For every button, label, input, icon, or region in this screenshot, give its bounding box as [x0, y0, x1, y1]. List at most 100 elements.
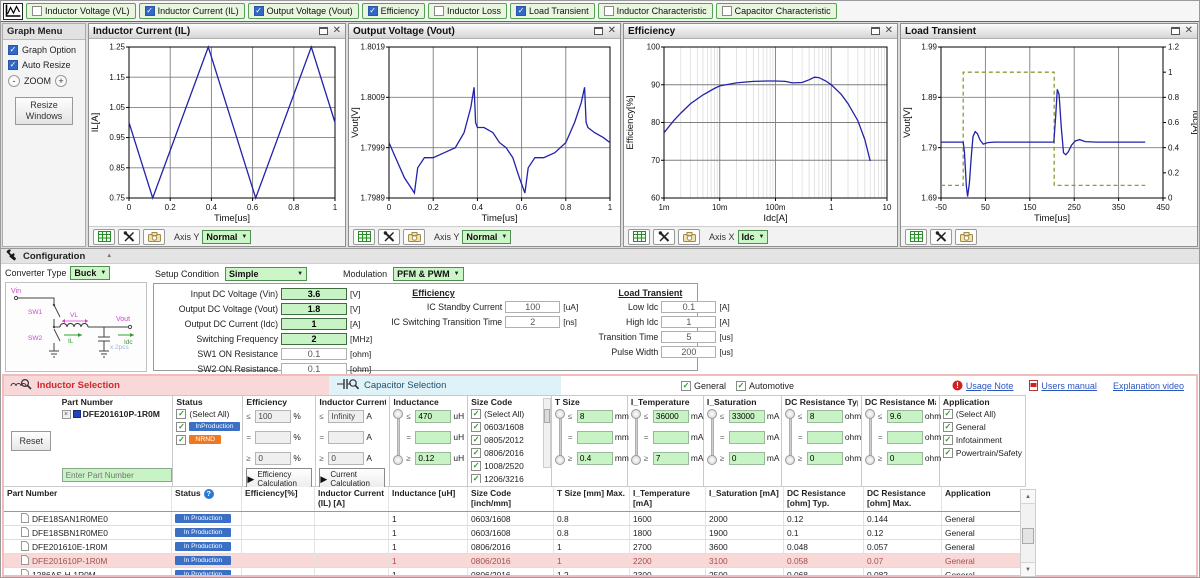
config-field-input[interactable]: [505, 301, 560, 313]
slider-max-handle[interactable]: [865, 409, 875, 419]
config-field-input[interactable]: [661, 346, 716, 358]
toolbar-toggle-inductor-loss[interactable]: Inductor Loss: [428, 3, 507, 19]
t-size-max-input[interactable]: [577, 410, 613, 423]
size-code-option[interactable]: ✓0603/1608: [471, 420, 548, 433]
inductance-min-input[interactable]: [415, 452, 451, 465]
data-table-icon[interactable]: [905, 229, 927, 245]
data-table-icon[interactable]: [353, 229, 375, 245]
config-field-input[interactable]: [505, 316, 560, 328]
camera-icon[interactable]: [143, 229, 165, 245]
efficiency-max-input[interactable]: [255, 410, 291, 423]
application-option[interactable]: ✓General: [943, 420, 1022, 433]
dc-resistance-typ-eq-input[interactable]: [807, 431, 843, 444]
zoom-out-button[interactable]: -: [8, 75, 20, 87]
camera-icon[interactable]: [955, 229, 977, 245]
checkbox-icon[interactable]: ✓: [176, 409, 186, 419]
checkbox-icon[interactable]: ✓: [471, 461, 481, 471]
window-maximize-icon[interactable]: [319, 27, 328, 35]
config-field-input[interactable]: [281, 348, 347, 360]
table-scrollbar[interactable]: ▲ ▼: [1020, 489, 1036, 577]
range-slider[interactable]: [555, 409, 566, 465]
checkbox-icon[interactable]: ✓: [471, 422, 481, 432]
size-code-option[interactable]: ✓(Select All): [471, 407, 548, 420]
i-temperature-max-input[interactable]: [653, 410, 689, 423]
dc-resistance-max-min-input[interactable]: [887, 452, 923, 465]
checkbox-icon[interactable]: ✓: [8, 45, 18, 55]
checkbox-icon[interactable]: ✓: [736, 381, 746, 391]
checkbox-icon[interactable]: ✓: [681, 381, 691, 391]
checkbox-icon[interactable]: [32, 6, 42, 16]
checkbox-icon[interactable]: ✓: [943, 422, 953, 432]
efficiency-min-input[interactable]: [255, 452, 291, 465]
toolbar-toggle-inductor-current-il-[interactable]: ✓Inductor Current (IL): [139, 3, 245, 19]
window-maximize-icon[interactable]: [1171, 27, 1180, 35]
axis-y-select[interactable]: Normal▼: [202, 230, 251, 244]
axis-y-select[interactable]: Normal▼: [462, 230, 511, 244]
window-close-icon[interactable]: ✕: [885, 26, 893, 36]
slider-min-handle[interactable]: [393, 455, 403, 465]
toolbar-toggle-inductor-voltage-vl-[interactable]: Inductor Voltage (VL): [26, 3, 136, 19]
status-option-select-all[interactable]: ✓(Select All): [176, 407, 239, 420]
data-table-icon[interactable]: [93, 229, 115, 245]
size-code-option[interactable]: ✓0806/2016: [471, 446, 548, 459]
application-option[interactable]: ✓(Select All): [943, 407, 1022, 420]
i-saturation-min-input[interactable]: [729, 452, 765, 465]
checkbox-icon[interactable]: ✓: [176, 422, 186, 432]
size-code-option[interactable]: ✓1206/3216: [471, 472, 548, 483]
range-slider[interactable]: [631, 409, 642, 465]
slider-max-handle[interactable]: [631, 409, 641, 419]
slider-min-handle[interactable]: [785, 455, 795, 465]
window-close-icon[interactable]: ✕: [608, 26, 616, 36]
modulation-select[interactable]: PFM & PWM▼: [393, 267, 463, 281]
setup-condition-select[interactable]: Simple▼: [225, 267, 307, 281]
window-close-icon[interactable]: ✕: [333, 26, 341, 36]
usage-note-link[interactable]: !Usage Note: [952, 380, 1014, 391]
config-field-input[interactable]: [281, 288, 347, 300]
checkbox-icon[interactable]: ✓: [368, 6, 378, 16]
resize-windows-button[interactable]: Resize Windows: [15, 97, 73, 125]
i-temperature-min-input[interactable]: [653, 452, 689, 465]
tools-icon[interactable]: [118, 229, 140, 245]
axis-x-select[interactable]: Idc▼: [738, 230, 769, 244]
reset-button[interactable]: Reset: [11, 431, 51, 451]
slider-min-handle[interactable]: [631, 455, 641, 465]
config-field-input[interactable]: [661, 316, 716, 328]
camera-icon[interactable]: [403, 229, 425, 245]
config-field-input[interactable]: [281, 318, 347, 330]
converter-type-select[interactable]: Buck▼: [70, 266, 110, 280]
checkbox-icon[interactable]: ✓: [471, 435, 481, 445]
inductor-current-eq-input[interactable]: [328, 431, 364, 444]
slider-max-handle[interactable]: [707, 409, 717, 419]
checkbox-icon[interactable]: ✓: [943, 435, 953, 445]
config-field-input[interactable]: [281, 303, 347, 315]
toolbar-toggle-output-voltage-vout-[interactable]: ✓Output Voltage (Vout): [248, 3, 359, 19]
config-field-input[interactable]: [281, 333, 347, 345]
scroll-down-icon[interactable]: ▼: [1021, 562, 1035, 576]
scrollbar-thumb[interactable]: [1022, 528, 1034, 544]
checkbox-icon[interactable]: ✓: [943, 448, 953, 458]
inductance-eq-input[interactable]: [415, 431, 451, 444]
scroll-up-icon[interactable]: ▲: [1021, 490, 1035, 504]
help-icon[interactable]: ?: [204, 489, 214, 499]
range-slider[interactable]: [707, 409, 718, 465]
checkbox-icon[interactable]: [604, 6, 614, 16]
checkbox-icon[interactable]: [434, 6, 444, 16]
remove-part-icon[interactable]: ×: [62, 410, 71, 419]
toolbar-toggle-load-transient[interactable]: ✓Load Transient: [510, 3, 595, 19]
table-row[interactable]: DFE201610P-1R0MIn Production10806/201612…: [4, 554, 1026, 568]
slider-max-handle[interactable]: [393, 409, 403, 419]
i-temperature-eq-input[interactable]: [653, 431, 689, 444]
slider-max-handle[interactable]: [785, 409, 795, 419]
i-saturation-eq-input[interactable]: [729, 431, 765, 444]
checkbox-icon[interactable]: ✓: [471, 409, 481, 419]
slider-min-handle[interactable]: [707, 455, 717, 465]
range-slider[interactable]: [785, 409, 796, 465]
slider-min-handle[interactable]: [555, 455, 565, 465]
application-option[interactable]: ✓Powertrain/Safety: [943, 446, 1022, 459]
checkbox-icon[interactable]: ✓: [471, 448, 481, 458]
table-row[interactable]: DFE201610E-1R0MIn Production10806/201612…: [4, 540, 1026, 554]
table-row[interactable]: 1286AS-H-1R0MIn Production10806/20161.22…: [4, 568, 1026, 575]
slider-max-handle[interactable]: [555, 409, 565, 419]
efficiency-eq-input[interactable]: [255, 431, 291, 444]
dc-resistance-max-eq-input[interactable]: [887, 431, 923, 444]
